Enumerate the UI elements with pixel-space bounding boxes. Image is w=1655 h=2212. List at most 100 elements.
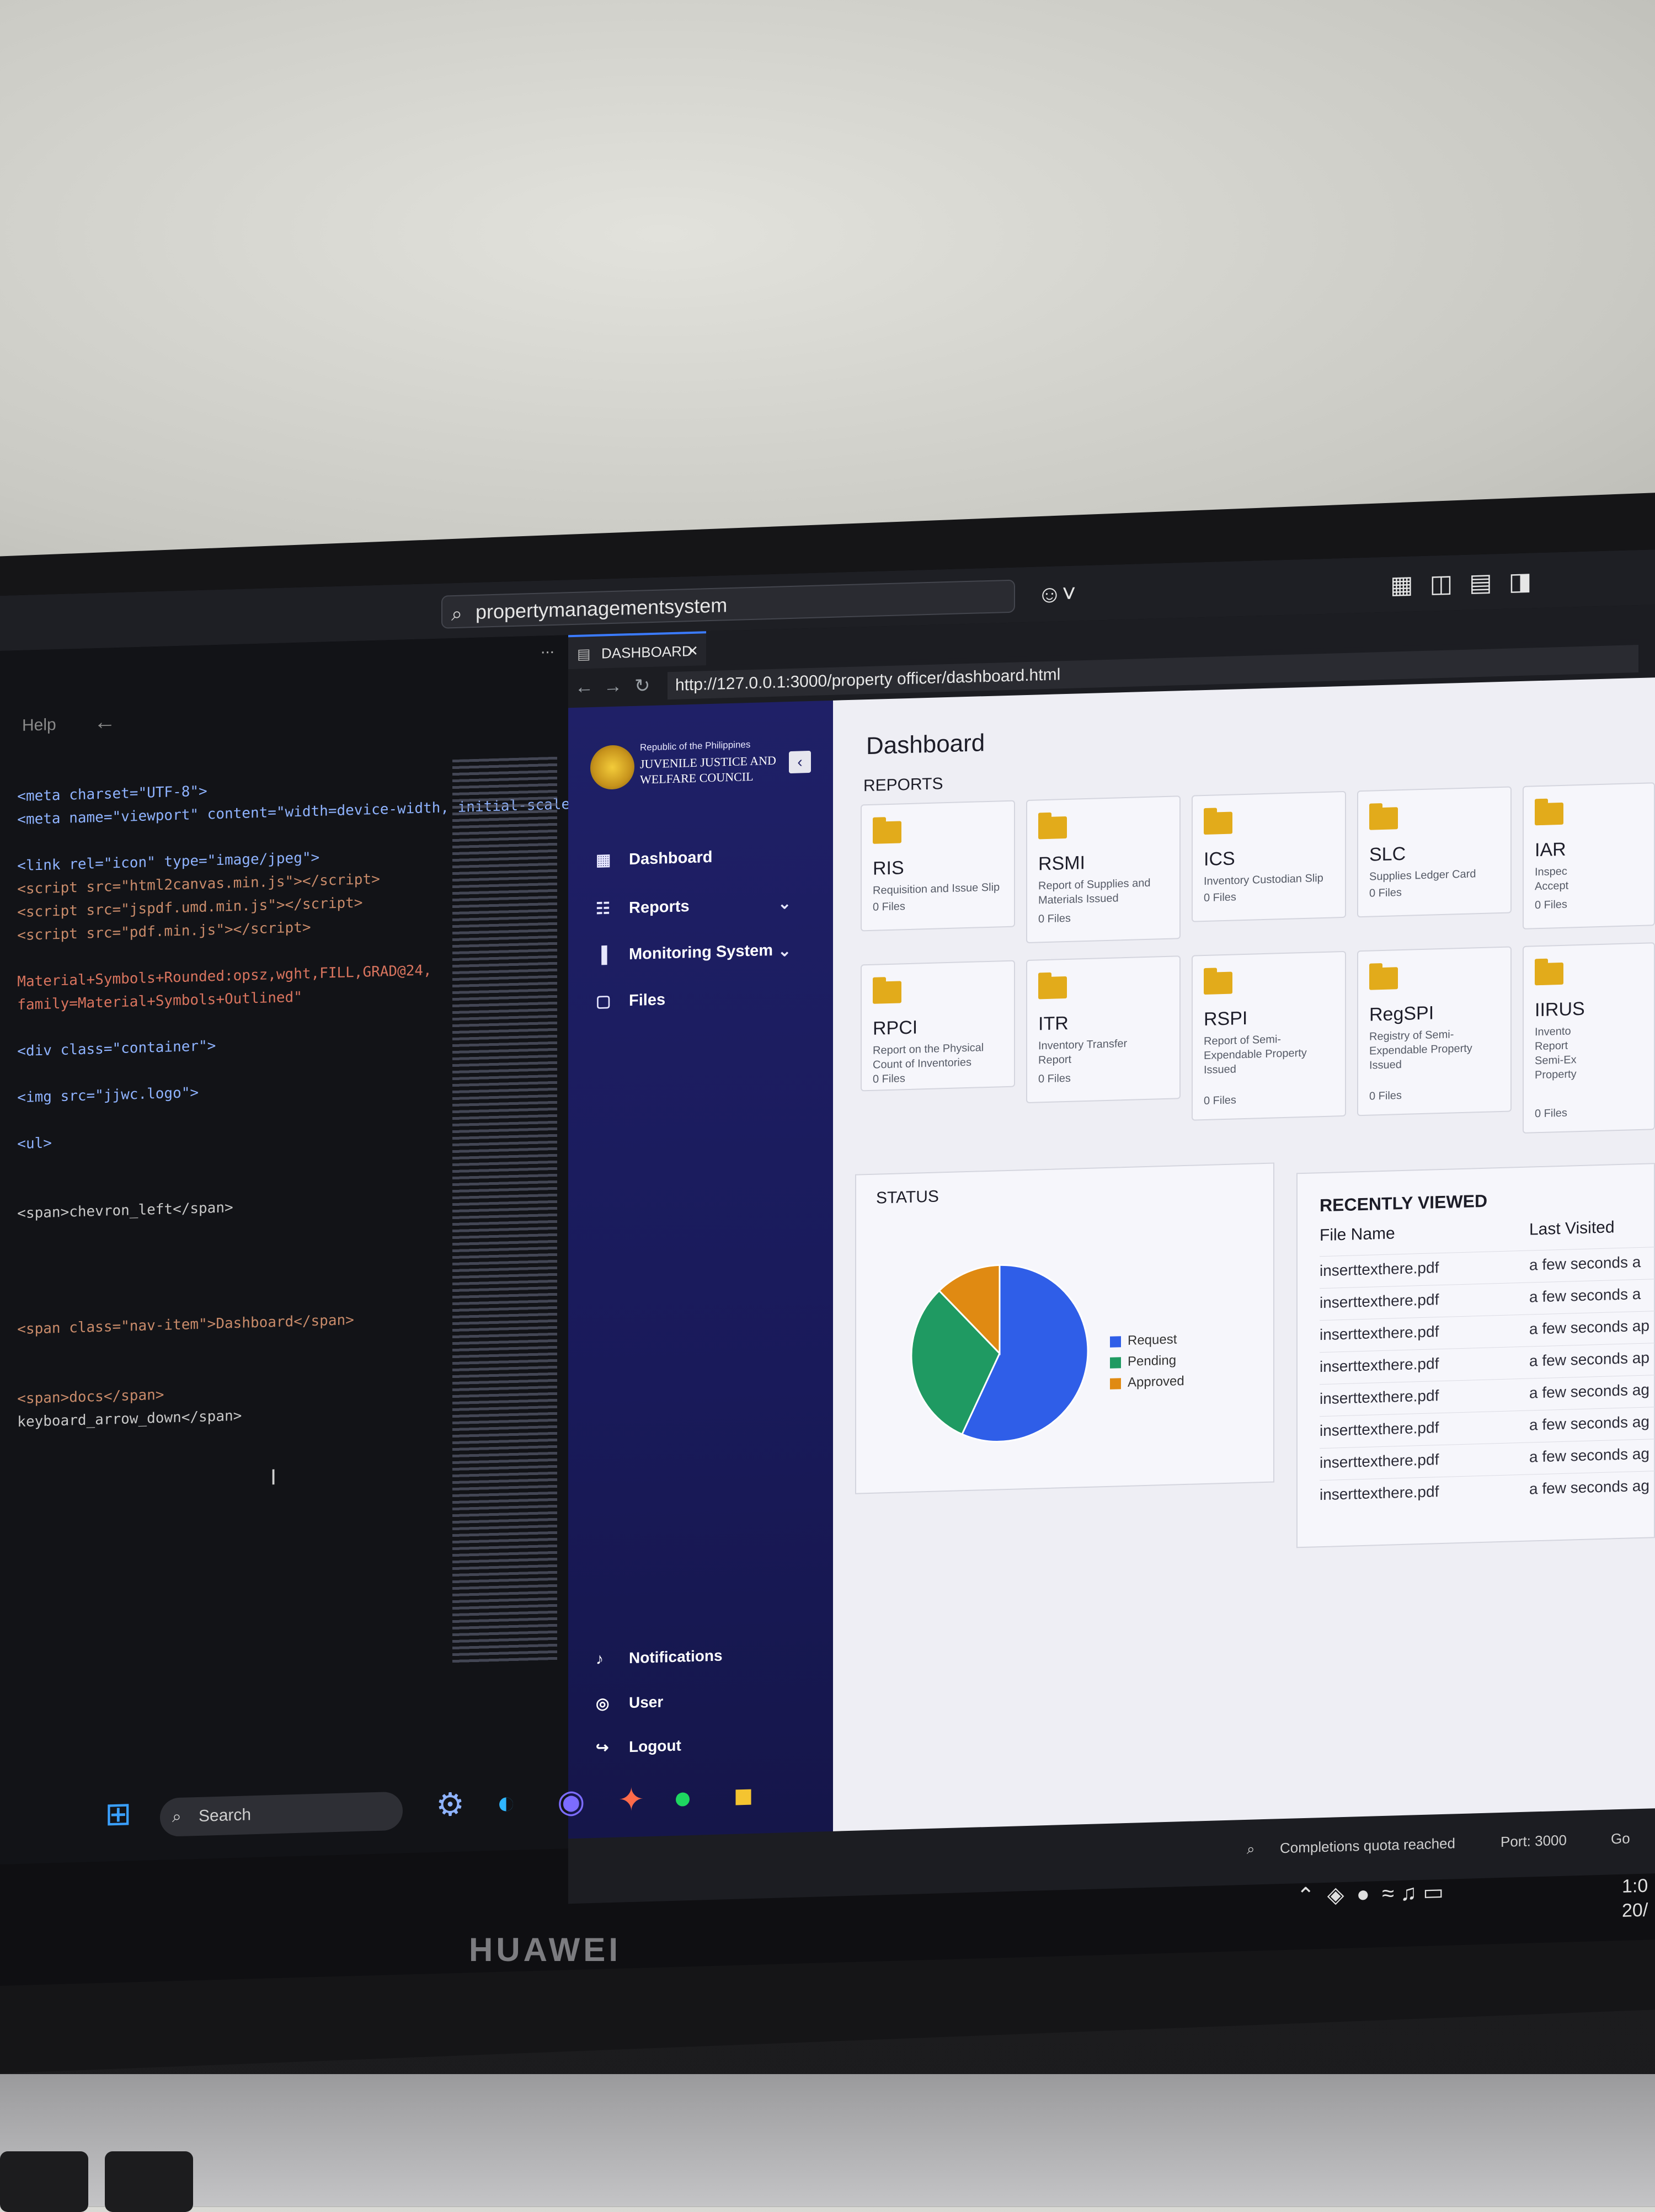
windows-start-icon[interactable]: ⊞ <box>105 1794 132 1832</box>
sidebar-item-monitoring[interactable]: ▐ Monitoring System ⌄ <box>596 941 791 965</box>
spotify-icon[interactable]: ● <box>673 1779 692 1816</box>
more-actions-icon[interactable]: ... <box>541 639 554 658</box>
file-explorer-icon[interactable]: ■ <box>734 1777 753 1815</box>
report-code: RSPI <box>1204 1007 1248 1030</box>
file-count: 0 Files <box>873 900 905 913</box>
figma-icon[interactable]: ✦ <box>618 1780 645 1818</box>
edge-icon[interactable]: ◐ <box>496 1784 516 1821</box>
taskbar-clock[interactable]: 1:0 20/ <box>1622 1874 1648 1923</box>
keyboard-key <box>105 2151 193 2212</box>
reload-icon[interactable]: ↻ <box>634 675 650 697</box>
jjwc-logo <box>590 744 634 790</box>
legend-swatch <box>1110 1356 1121 1369</box>
folder-icon <box>1535 962 1563 986</box>
status-pie-chart <box>910 1264 1089 1442</box>
sidebar-item-user[interactable]: ◎ User <box>596 1692 663 1712</box>
folder-icon <box>1535 802 1563 826</box>
folder-icon <box>1369 807 1398 830</box>
status-port[interactable]: Port: 3000 <box>1501 1832 1567 1851</box>
command-search-text: propertymanagementsystem <box>476 594 728 623</box>
forward-icon[interactable]: → <box>604 675 622 697</box>
report-card-slc[interactable]: SLC Supplies Ledger Card 0 Files <box>1357 786 1512 918</box>
file-name-cell: inserttexthere.pdf <box>1320 1387 1439 1408</box>
report-card-itr[interactable]: ITR Inventory Transfer Report 0 Files <box>1026 955 1181 1104</box>
collapse-sidebar-button[interactable]: ‹ <box>789 750 811 774</box>
recently-viewed-heading: RECENTLY VIEWED <box>1320 1190 1488 1216</box>
sidebar-item-reports[interactable]: ☷ Reports ⌄ <box>596 895 791 918</box>
clock-time: 1:0 <box>1622 1875 1648 1897</box>
status-heading: STATUS <box>876 1187 939 1207</box>
browser-tab-icon: ▤ <box>577 645 591 662</box>
status-panel: STATUS Request Pending Approved <box>855 1162 1274 1494</box>
editor-minimap[interactable] <box>452 756 557 1665</box>
taskbar-search[interactable]: ⌕ Search <box>160 1791 403 1837</box>
chart-legend: Request Pending Approved <box>1110 1332 1184 1397</box>
file-count: 0 Files <box>1038 912 1071 926</box>
close-icon[interactable]: ✕ <box>686 634 698 669</box>
text-cursor-icon: I <box>270 1465 277 1490</box>
column-header: Last Visited <box>1529 1218 1615 1239</box>
clock-date: 20/ <box>1622 1899 1648 1921</box>
report-card-iirus[interactable]: IIRUS Invento Report Semi-Ex Property 0 … <box>1523 942 1655 1134</box>
report-card-rpci[interactable]: RPCI Report on the Physical Count of Inv… <box>861 960 1015 1092</box>
search-icon: ⌕ <box>172 1807 181 1826</box>
folder-icon <box>1204 971 1232 995</box>
sidebar-item-dashboard[interactable]: ▦ Dashboard <box>596 847 712 870</box>
legend-label: Pending <box>1128 1353 1177 1369</box>
report-card-ris[interactable]: RIS Requisition and Issue Slip 0 Files <box>861 800 1015 932</box>
menu-help[interactable]: Help <box>22 715 56 735</box>
folder-icon <box>873 981 901 1004</box>
legend-swatch <box>1110 1377 1121 1390</box>
chevron-down-icon: ⌄ <box>778 894 792 913</box>
system-tray[interactable]: ⌃ ◈ ● ≈ ♫ ▭ <box>1296 1879 1444 1909</box>
dashboard-main: Dashboard REPORTS RIS Requisition and Is… <box>833 677 1655 1831</box>
status-go[interactable]: Go <box>1611 1830 1630 1847</box>
report-code: RIS <box>873 857 904 879</box>
legend-item: Approved <box>1110 1374 1184 1391</box>
report-desc: Registry of Semi-Expendable Property Iss… <box>1369 1028 1472 1072</box>
sidebar-item-logout[interactable]: ↪ Logout <box>596 1737 681 1757</box>
back-icon[interactable]: ← <box>575 676 594 698</box>
folder-icon <box>1204 811 1232 835</box>
zoom-icon[interactable]: ⌕ <box>1247 1840 1255 1858</box>
laptop-keyboard <box>0 2074 1655 2206</box>
legend-swatch <box>1110 1335 1121 1348</box>
file-name-cell: inserttexthere.pdf <box>1320 1483 1439 1504</box>
last-visited-cell: a few seconds a <box>1529 1253 1641 1274</box>
copilot-icon[interactable]: ☺˅ <box>1037 580 1076 609</box>
sidebar-item-label: Monitoring System <box>629 941 773 964</box>
page-title: Dashboard <box>866 729 985 760</box>
code-editor[interactable]: Help ← <meta charset="UTF-8"> <meta name… <box>0 635 622 1864</box>
user-icon: ◎ <box>596 1695 610 1712</box>
command-search-input[interactable]: ⌕ propertymanagementsystem <box>441 579 1015 629</box>
laptop-screen: ⌕ propertymanagementsystem ☺˅ ▦◫▤◨ Help … <box>0 549 1655 1986</box>
file-name-cell: inserttexthere.pdf <box>1320 1259 1439 1280</box>
recently-viewed-panel: RECENTLY VIEWED File Name Last Visited i… <box>1296 1163 1655 1548</box>
folder-icon <box>1038 816 1067 840</box>
legend-item: Request <box>1110 1332 1184 1349</box>
last-visited-cell: a few seconds ap <box>1529 1349 1649 1370</box>
report-desc: Inventory Transfer Report <box>1038 1037 1128 1067</box>
report-code: IIRUS <box>1535 998 1585 1021</box>
last-visited-cell: a few seconds ag <box>1529 1445 1649 1466</box>
legend-label: Request <box>1128 1332 1177 1348</box>
sidebar-item-label: Dashboard <box>629 848 713 869</box>
file-name-cell: inserttexthere.pdf <box>1320 1451 1439 1472</box>
layout-toggle-icons[interactable]: ▦◫▤◨ <box>1390 567 1548 600</box>
file-count: 0 Files <box>873 1072 905 1086</box>
report-card-rsmi[interactable]: RSMI Report of Supplies and Materials Is… <box>1026 795 1181 944</box>
file-count: 0 Files <box>1535 1107 1567 1120</box>
tab-dashboard[interactable]: ▤ DASHBOARD ✕ <box>568 631 706 670</box>
report-card-ics[interactable]: ICS Inventory Custodian Slip 0 Files <box>1192 790 1346 922</box>
sidebar-item-notifications[interactable]: ♪ Notifications <box>596 1647 723 1668</box>
file-count: 0 Files <box>1204 1094 1236 1108</box>
back-arrow-icon[interactable]: ← <box>94 709 116 735</box>
report-card-regspi[interactable]: RegSPI Registry of Semi-Expendable Prope… <box>1357 946 1512 1116</box>
taskbar-search-label: Search <box>199 1805 252 1825</box>
settings-icon[interactable]: ⚙ <box>436 1785 465 1823</box>
report-card-rspi[interactable]: RSPI Report of Semi-Expendable Property … <box>1192 950 1346 1121</box>
report-code: RSMI <box>1038 852 1085 875</box>
viber-icon[interactable]: ◉ <box>557 1782 585 1820</box>
sidebar-item-files[interactable]: ▢ Files <box>596 990 665 1011</box>
report-card-iar[interactable]: IAR Inspec Accept 0 Files <box>1523 782 1655 929</box>
